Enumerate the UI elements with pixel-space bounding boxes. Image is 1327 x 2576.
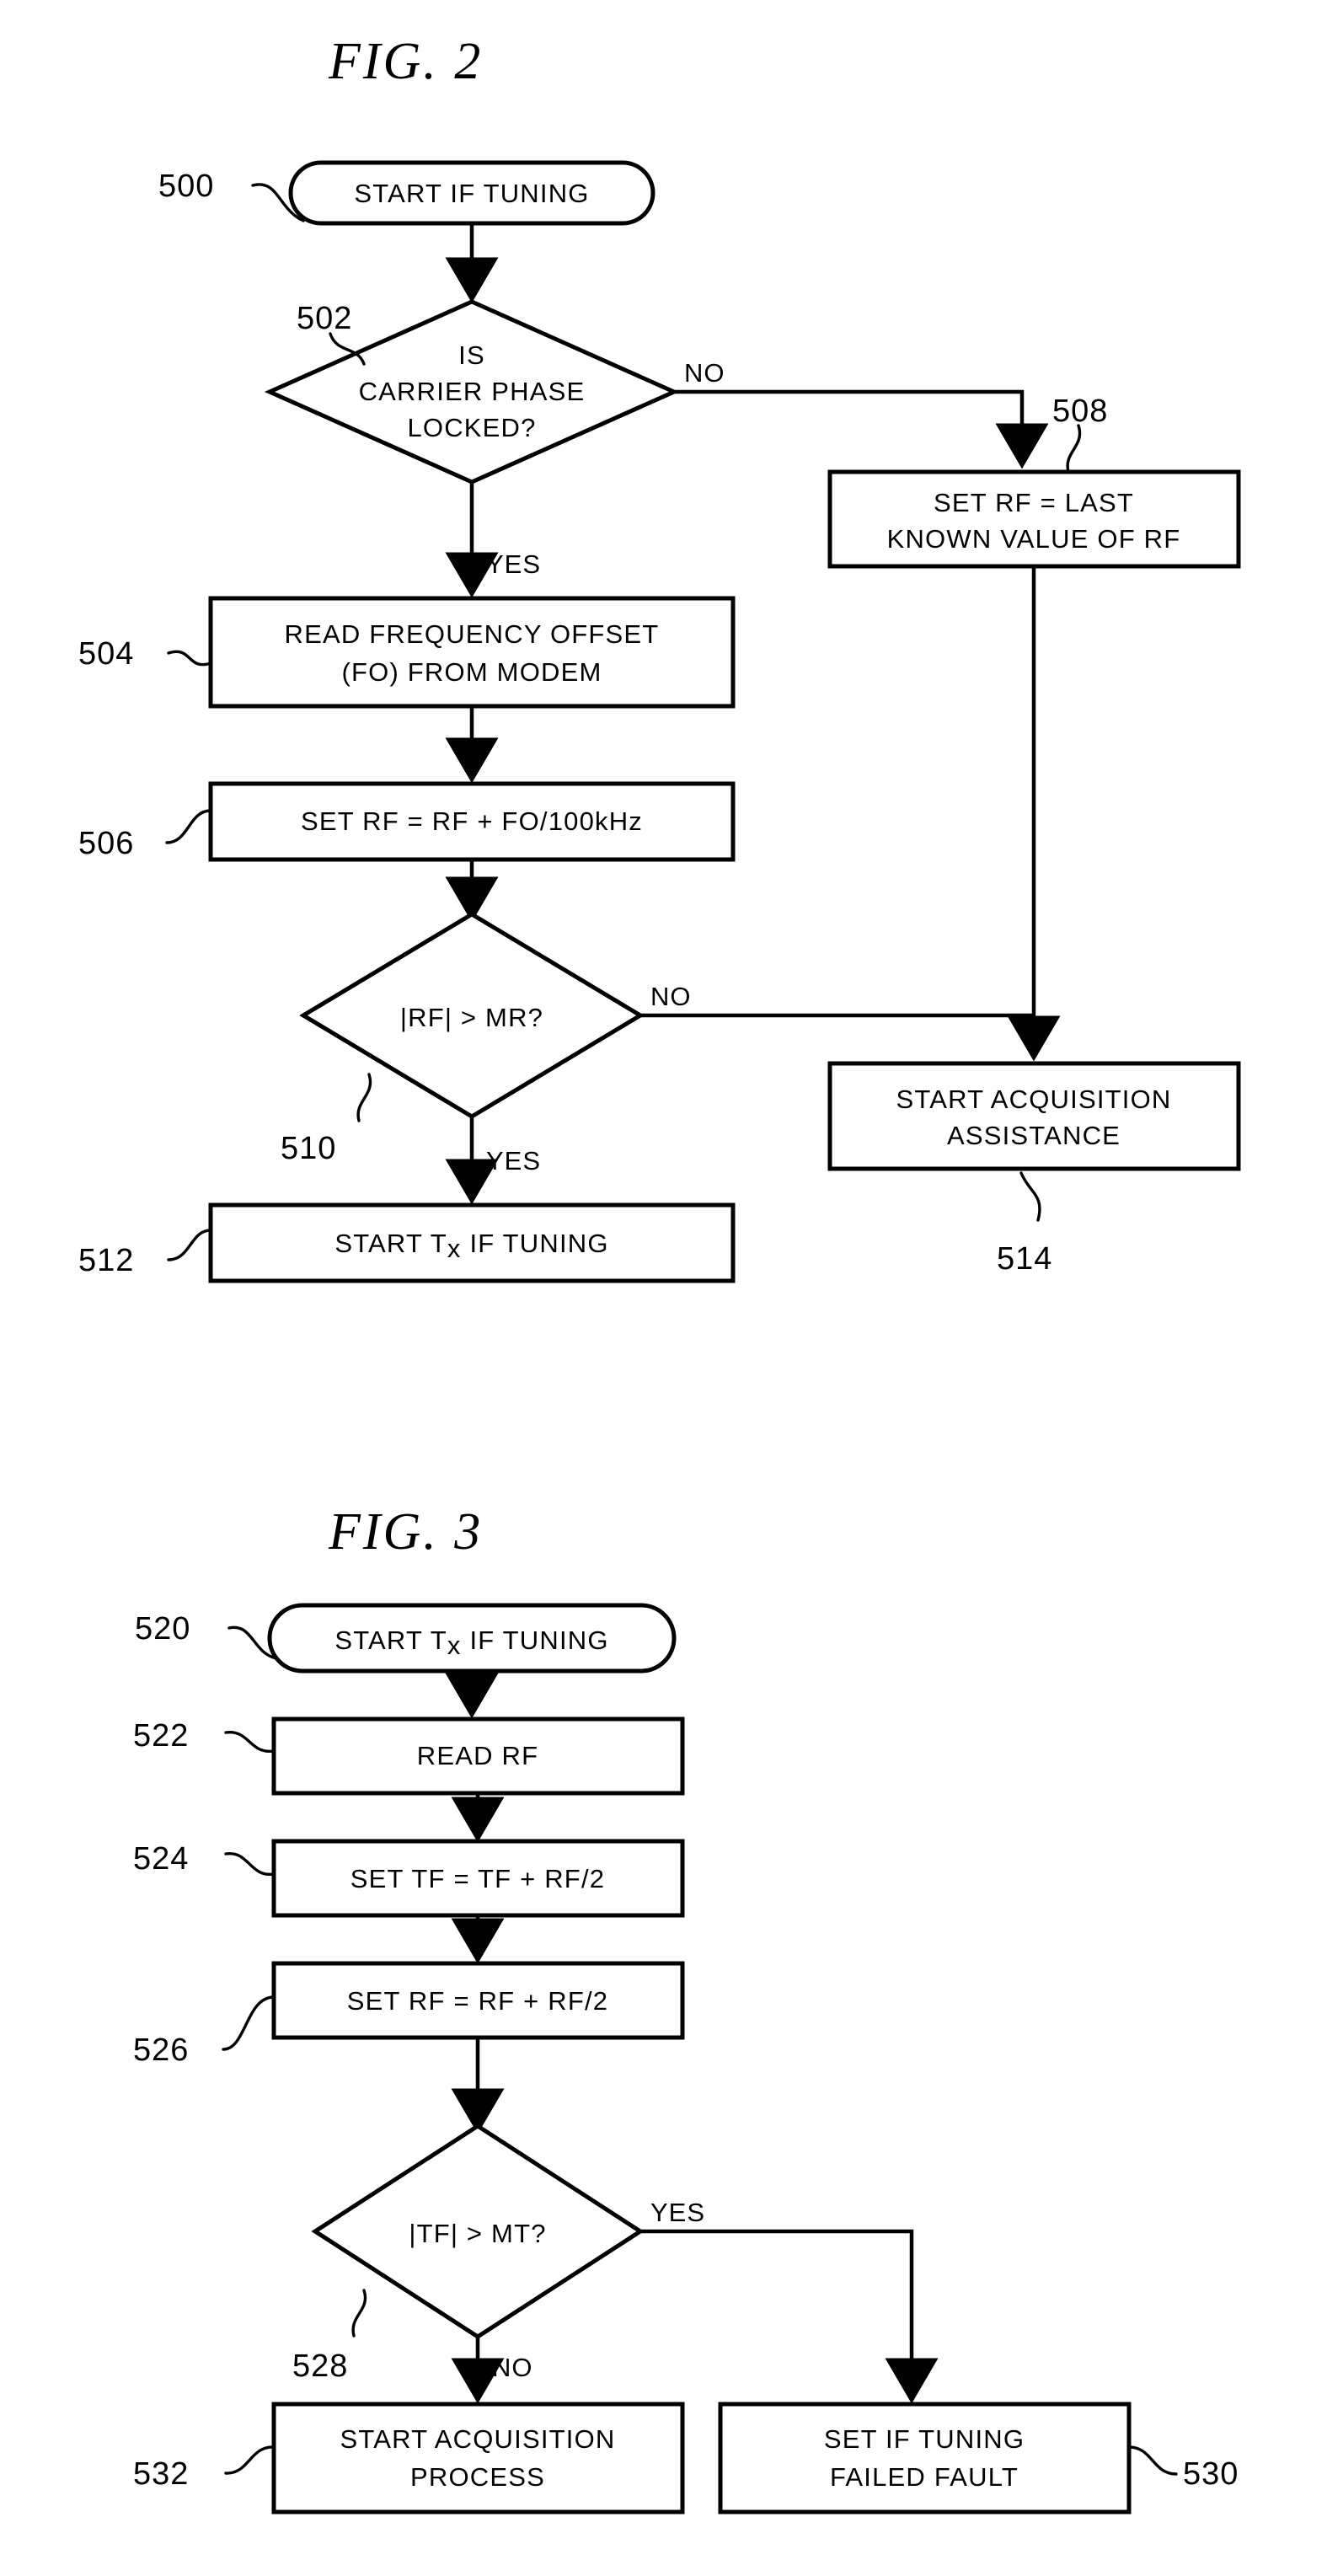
node-502-label-line3: LOCKED?	[407, 413, 536, 442]
node-522-read-rf: READ RF	[271, 1716, 685, 1796]
edge-502-no-to-508	[674, 389, 1049, 469]
node-524-label: SET TF = TF + RF/2	[350, 1864, 605, 1893]
leader-510	[356, 1073, 372, 1122]
node-506-set-rf-plus-fo: SET RF = RF + FO/100kHz	[208, 781, 736, 862]
node-500-label: START IF TUNING	[354, 179, 589, 208]
process-shape-530	[718, 2402, 1132, 2514]
node-502-label-line2: CARRIER PHASE	[359, 377, 586, 406]
branch-label-528-no: NO	[492, 2353, 533, 2382]
node-532-label-line1: START ACQUISITION	[340, 2424, 615, 2454]
node-508-set-rf-last-known-value: SET RF = LAST KNOWN VALUE OF RF	[827, 469, 1241, 569]
node-502-label-line1: IS	[458, 340, 485, 370]
node-530-label-line1: SET IF TUNING	[824, 2424, 1025, 2454]
node-526-set-rf: SET RF = RF + RF/2	[271, 1961, 685, 2040]
node-520-label-part2: IF TUNING	[462, 1625, 609, 1655]
patent-drawing-sheet: FIG. 2 START IF TUNING 500 IS CARRIER PH…	[0, 0, 1327, 2576]
process-shape-532	[271, 2402, 685, 2514]
node-504-label-line1: READ FREQUENCY OFFSET	[285, 619, 660, 649]
leader-504	[167, 650, 212, 667]
ref-number-526: 526	[133, 2032, 189, 2068]
node-520-label: START Tx IF TUNING	[334, 1625, 608, 1660]
node-512-label-part2: IF TUNING	[462, 1229, 609, 1258]
leader-528	[351, 2289, 367, 2338]
ref-number-520: 520	[135, 1611, 190, 1647]
node-520-label-subscript: x	[447, 1631, 462, 1660]
ref-number-524: 524	[133, 1841, 189, 1877]
node-520-label-part1: START T	[334, 1625, 447, 1655]
ref-number-512: 512	[78, 1243, 134, 1278]
ref-number-522: 522	[133, 1718, 189, 1754]
flowchart-canvas: FIG. 2 START IF TUNING 500 IS CARRIER PH…	[78, 33, 1241, 2514]
ref-number-510: 510	[281, 1131, 336, 1166]
node-514-label-line2: ASSISTANCE	[947, 1121, 1121, 1150]
branch-label-528-yes: YES	[650, 2198, 705, 2227]
leader-530	[1127, 2445, 1178, 2476]
edge-528-yes-to-530	[640, 2229, 939, 2404]
leader-526	[222, 1995, 276, 2051]
node-528-label: |TF| > MT?	[409, 2219, 546, 2248]
ref-number-502: 502	[297, 301, 352, 336]
node-520-start-tx-if-tuning: START Tx IF TUNING	[267, 1603, 677, 1674]
node-504-label-line2: (FO) FROM MODEM	[341, 657, 602, 687]
leader-524	[224, 1852, 276, 1876]
ref-number-504: 504	[78, 636, 134, 672]
node-532-label-line2: PROCESS	[410, 2462, 545, 2492]
leader-508	[1066, 424, 1082, 474]
figure-2: FIG. 2 START IF TUNING 500 IS CARRIER PH…	[78, 33, 1241, 1283]
figure-3: FIG. 3 START Tx IF TUNING 520 READ RF 52…	[133, 1503, 1239, 2514]
node-526-label: SET RF = RF + RF/2	[347, 1986, 608, 2016]
node-512-label: START Tx IF TUNING	[334, 1229, 608, 1263]
node-508-label-line2: KNOWN VALUE OF RF	[887, 524, 1181, 554]
node-500-start-if-tuning: START IF TUNING	[288, 160, 655, 226]
node-512-label-part1: START T	[334, 1229, 447, 1258]
node-508-label-line1: SET RF = LAST	[934, 488, 1134, 517]
ref-number-506: 506	[78, 826, 134, 861]
node-522-label: READ RF	[417, 1741, 538, 1770]
fig3-title: FIG. 3	[328, 1503, 483, 1561]
ref-number-508: 508	[1052, 394, 1108, 429]
node-532-start-acquisition-process: START ACQUISITION PROCESS	[271, 2402, 685, 2514]
node-524-set-tf: SET TF = TF + RF/2	[271, 1839, 685, 1918]
node-510-label: |RF| > MR?	[400, 1003, 543, 1032]
leader-506	[165, 809, 212, 844]
ref-number-514: 514	[997, 1241, 1052, 1277]
branch-label-502-no: NO	[684, 358, 725, 388]
node-512-start-tx-if-tuning: START Tx IF TUNING	[208, 1202, 736, 1283]
node-514-label-line1: START ACQUISITION	[896, 1084, 1171, 1114]
leader-514	[1019, 1171, 1041, 1222]
ref-number-532: 532	[133, 2456, 189, 2492]
ref-number-500: 500	[158, 169, 214, 204]
branch-label-502-yes: YES	[486, 549, 541, 579]
ref-number-530: 530	[1183, 2456, 1239, 2492]
node-530-set-if-tuning-failed-fault: SET IF TUNING FAILED FAULT	[718, 2402, 1132, 2514]
leader-532	[224, 2445, 276, 2475]
process-shape-514	[827, 1061, 1241, 1171]
fig2-title: FIG. 2	[328, 33, 483, 90]
node-530-label-line2: FAILED FAULT	[830, 2462, 1019, 2492]
ref-number-528: 528	[292, 2348, 348, 2384]
leader-522	[224, 1731, 276, 1753]
node-514-start-acquisition-assistance: START ACQUISITION ASSISTANCE	[827, 1061, 1241, 1171]
branch-label-510-yes: YES	[486, 1146, 541, 1176]
leader-512	[167, 1229, 212, 1261]
node-504-read-frequency-offset: READ FREQUENCY OFFSET (FO) FROM MODEM	[208, 596, 736, 709]
node-506-label: SET RF = RF + FO/100kHz	[301, 806, 643, 836]
node-510-abs-rf-greater-mr: |RF| > MR?	[299, 912, 645, 1119]
process-shape-504	[208, 596, 736, 709]
branch-label-510-no: NO	[650, 982, 692, 1011]
node-512-label-subscript: x	[447, 1234, 462, 1263]
